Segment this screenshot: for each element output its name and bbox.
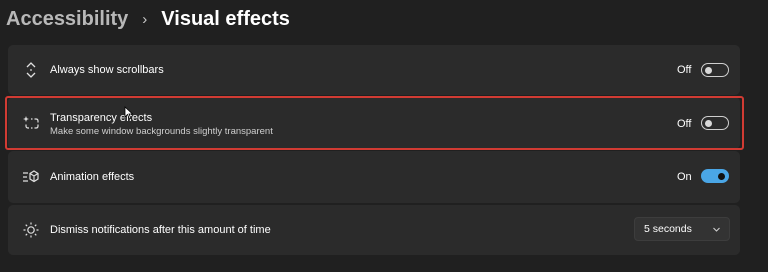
setting-label: Animation effects xyxy=(50,171,135,183)
toggle-state-text: Off xyxy=(677,64,692,76)
setting-label: Always show scrollbars xyxy=(50,64,164,76)
breadcrumb-separator: › xyxy=(142,10,148,28)
breadcrumb: Accessibility › Visual effects xyxy=(6,4,290,34)
setting-label: Transparency effects xyxy=(50,112,153,124)
animation-toggle[interactable] xyxy=(701,169,729,183)
brightness-icon xyxy=(22,221,40,239)
page-title: Visual effects xyxy=(161,7,290,30)
transparency-toggle[interactable] xyxy=(701,116,729,130)
setting-label: Dismiss notifications after this amount … xyxy=(50,224,271,236)
scrollbars-toggle[interactable] xyxy=(701,63,729,77)
dropdown-selected-value: 5 seconds xyxy=(644,223,692,235)
toggle-state-text: Off xyxy=(677,118,692,130)
animation-icon xyxy=(22,168,40,186)
setting-animation-effects[interactable]: Animation effects On xyxy=(8,151,740,203)
setting-transparency-effects[interactable]: Transparency effects Make some window ba… xyxy=(8,97,740,149)
scrollbar-arrows-icon xyxy=(22,61,40,79)
setting-description: Make some window backgrounds slightly tr… xyxy=(50,126,273,137)
setting-dismiss-notifications[interactable]: Dismiss notifications after this amount … xyxy=(8,205,740,255)
transparency-sparkle-icon xyxy=(22,114,40,132)
chevron-down-icon xyxy=(713,227,720,232)
breadcrumb-accessibility-link[interactable]: Accessibility xyxy=(6,8,128,31)
notification-duration-dropdown[interactable]: 5 seconds xyxy=(634,217,730,241)
setting-always-show-scrollbars[interactable]: Always show scrollbars Off xyxy=(8,45,740,95)
toggle-state-text: On xyxy=(677,171,692,183)
mouse-cursor-icon xyxy=(124,106,134,120)
